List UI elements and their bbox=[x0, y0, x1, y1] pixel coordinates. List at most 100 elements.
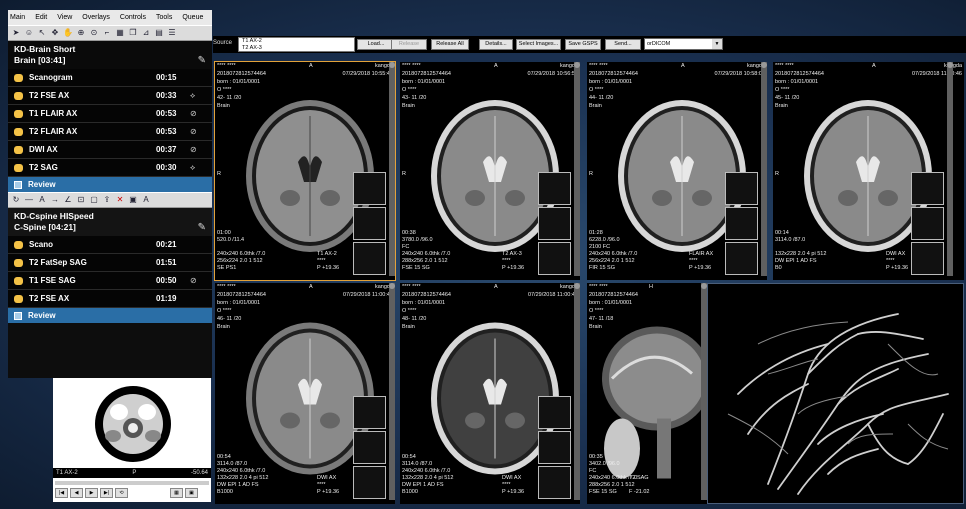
localizer-thumbnail[interactable] bbox=[353, 431, 386, 464]
localizer-thumbnail[interactable] bbox=[353, 396, 386, 429]
localizer-thumbnail[interactable] bbox=[538, 431, 571, 464]
play-button[interactable]: ▶ bbox=[85, 488, 98, 498]
menu-overlays[interactable]: Overlays bbox=[82, 14, 110, 21]
image-viewport[interactable]: **** **** H 2018072812574464 born : 01/01/0… bbox=[587, 283, 707, 504]
chevron-down-icon[interactable]: ▼ bbox=[712, 39, 722, 49]
sequence-row[interactable]: T2 SAG 00:30 ⟡ bbox=[8, 159, 212, 177]
menu-main[interactable]: Main bbox=[10, 14, 25, 21]
stack-icon[interactable]: ☰ bbox=[167, 28, 177, 38]
zoom-icon[interactable]: ⊕ bbox=[76, 28, 86, 38]
slice-scrollbar[interactable] bbox=[389, 283, 395, 500]
image-viewport[interactable]: **** ****Akangda201807281257446407/29/20… bbox=[400, 62, 580, 280]
localizer-thumbnail[interactable] bbox=[538, 207, 571, 240]
scroll-up-icon[interactable] bbox=[574, 283, 580, 289]
select-images-button[interactable]: Select Images... bbox=[516, 39, 561, 50]
scroll-up-icon[interactable] bbox=[389, 62, 395, 68]
pointer-icon[interactable]: ➤ bbox=[11, 28, 21, 38]
slice-scrollbar[interactable] bbox=[947, 62, 953, 276]
review-row-cspine[interactable]: Review bbox=[8, 308, 212, 323]
sequence-row[interactable]: Scano 00:21 bbox=[8, 236, 212, 254]
grid-icon[interactable]: ▤ bbox=[154, 28, 164, 38]
menu-queue[interactable]: Queue bbox=[182, 14, 203, 21]
slice-scrollbar[interactable] bbox=[389, 62, 395, 276]
prev-frame-button[interactable]: ◀ bbox=[70, 488, 83, 498]
save-gsps-button[interactable]: Save GSPS bbox=[565, 39, 601, 50]
sequence-row[interactable]: DWI AX 00:37 ⊘ bbox=[8, 141, 212, 159]
release-button[interactable]: Release bbox=[391, 39, 427, 50]
fit-button[interactable]: ▣ bbox=[185, 488, 198, 498]
localizer-thumbnail[interactable] bbox=[911, 242, 944, 275]
localizer-thumbnail[interactable] bbox=[725, 242, 758, 275]
image-viewport[interactable]: **** ****Akangda201807281257446407/29/20… bbox=[773, 62, 964, 280]
image-viewport[interactable]: **** ****Akangda201807281257446407/29/20… bbox=[215, 283, 395, 504]
localizer-thumbnail[interactable] bbox=[911, 207, 944, 240]
localizer-thumbnail[interactable] bbox=[911, 172, 944, 205]
person-icon[interactable]: ☺ bbox=[24, 28, 34, 38]
move-icon[interactable]: ✥ bbox=[50, 28, 60, 38]
delete-icon[interactable]: ✕ bbox=[115, 195, 125, 205]
image-viewport[interactable]: **** ****Akangda201807281257446407/29/20… bbox=[400, 283, 580, 504]
layout-icon[interactable]: ▦ bbox=[115, 28, 125, 38]
localizer-thumbnail[interactable] bbox=[353, 172, 386, 205]
send-button[interactable]: Send... bbox=[605, 39, 641, 50]
loop-button[interactable]: ⟲ bbox=[115, 488, 128, 498]
cursor-icon[interactable]: ↖ bbox=[37, 28, 47, 38]
ruler-icon[interactable]: ⊿ bbox=[141, 28, 151, 38]
text-icon[interactable]: A bbox=[37, 195, 47, 205]
slice-scrollbar[interactable] bbox=[761, 62, 767, 276]
sequence-row[interactable]: T2 FLAIR AX 00:53 ⊘ bbox=[8, 123, 212, 141]
annotate-icon[interactable]: A bbox=[141, 195, 151, 205]
slice-scrollbar[interactable] bbox=[574, 283, 580, 500]
layout-button[interactable]: ▦ bbox=[170, 488, 183, 498]
image-viewport[interactable]: **** ****Akangda201807281257446407/29/20… bbox=[214, 61, 396, 281]
release-all-button[interactable]: Release All bbox=[431, 39, 469, 50]
measure-icon[interactable]: ⊡ bbox=[76, 195, 86, 205]
review-row-brain[interactable]: Review bbox=[8, 177, 212, 192]
sequence-row[interactable]: T2 FSE AX 01:19 bbox=[8, 290, 212, 308]
menu-tools[interactable]: Tools bbox=[156, 14, 172, 21]
load-button[interactable]: Load... bbox=[357, 39, 395, 50]
localizer-thumbnail[interactable] bbox=[538, 396, 571, 429]
line-icon[interactable]: — bbox=[24, 195, 34, 205]
copy-icon[interactable]: ❐ bbox=[128, 28, 138, 38]
localizer-thumbnail[interactable] bbox=[725, 172, 758, 205]
exam-header-brain[interactable]: KD-Brain Short Brain [03:41] ✎ bbox=[8, 41, 212, 69]
preview-slice-slider[interactable] bbox=[55, 481, 209, 485]
sequence-row[interactable]: T1 FLAIR AX 00:53 ⊘ bbox=[8, 105, 212, 123]
sequence-row[interactable]: T2 FSE AX 00:33 ⟡ bbox=[8, 87, 212, 105]
source-list[interactable]: T1 AX-2 T2 AX-3 bbox=[238, 37, 355, 52]
sequence-row[interactable]: T1 FSE SAG 00:50 ⊘ bbox=[8, 272, 212, 290]
magnify-icon[interactable]: ⊙ bbox=[89, 28, 99, 38]
menu-view[interactable]: View bbox=[57, 14, 72, 21]
scroll-up-icon[interactable] bbox=[574, 62, 580, 68]
hand-icon[interactable]: ✋ bbox=[63, 28, 73, 38]
angle-icon[interactable]: ∠ bbox=[63, 195, 73, 205]
source-item[interactable]: T1 AX-2 bbox=[239, 38, 354, 45]
snapshot-icon[interactable]: ▣ bbox=[128, 195, 138, 205]
source-item[interactable]: T2 AX-3 bbox=[239, 45, 354, 52]
image-viewport[interactable]: **** ****Akangda201807281257446407/29/20… bbox=[587, 62, 767, 280]
localizer-thumbnail[interactable] bbox=[353, 466, 386, 499]
destination-select[interactable]: orDICOM ▼ bbox=[644, 38, 723, 50]
sequence-row[interactable]: T2 FatSep SAG 01:51 bbox=[8, 254, 212, 272]
scroll-up-icon[interactable] bbox=[389, 283, 395, 289]
localizer-thumbnail[interactable] bbox=[538, 466, 571, 499]
roi-icon[interactable]: ▢ bbox=[89, 195, 99, 205]
wrench-icon[interactable]: ✎ bbox=[198, 222, 206, 233]
localizer-thumbnail[interactable] bbox=[353, 207, 386, 240]
next-frame-button[interactable]: ▶| bbox=[100, 488, 113, 498]
exam-header-cspine[interactable]: KD-Cspine HISpeed C-Spine [04:21] ✎ bbox=[8, 208, 212, 236]
export-icon[interactable]: ⇪ bbox=[102, 195, 112, 205]
localizer-thumbnail[interactable] bbox=[353, 242, 386, 275]
rotate-icon[interactable]: ↻ bbox=[11, 195, 21, 205]
wrench-icon[interactable]: ✎ bbox=[198, 55, 206, 66]
localizer-thumbnail[interactable] bbox=[725, 207, 758, 240]
localizer-thumbnail[interactable] bbox=[538, 242, 571, 275]
crop-icon[interactable]: ⌐ bbox=[102, 28, 112, 38]
localizer-thumbnail[interactable] bbox=[538, 172, 571, 205]
slice-scrollbar[interactable] bbox=[574, 62, 580, 276]
scroll-up-icon[interactable] bbox=[761, 62, 767, 68]
scroll-up-icon[interactable] bbox=[947, 62, 953, 68]
menu-edit[interactable]: Edit bbox=[35, 14, 47, 21]
arrow-icon[interactable]: → bbox=[50, 195, 60, 205]
